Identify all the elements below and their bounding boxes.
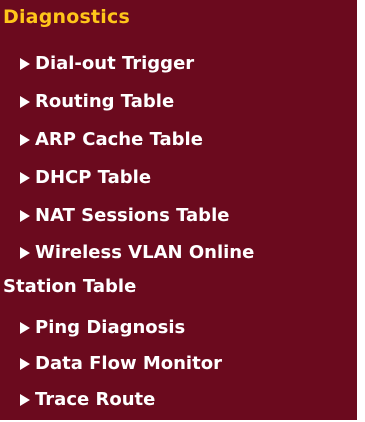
menu-item-dhcp-table[interactable]: DHCP Table	[20, 164, 151, 191]
triangle-right-icon	[20, 96, 30, 108]
triangle-right-icon	[20, 322, 30, 334]
menu-item-label-line2: Station Table	[3, 276, 137, 297]
triangle-right-icon	[20, 394, 30, 406]
section-title[interactable]: Diagnostics	[3, 6, 130, 28]
menu-item-nat-sessions-table[interactable]: NAT Sessions Table	[20, 202, 229, 229]
triangle-right-icon	[20, 172, 30, 184]
menu-item-ping-diagnosis[interactable]: Ping Diagnosis	[20, 314, 185, 341]
triangle-right-icon	[20, 247, 30, 259]
menu-item-label: Trace Route	[35, 389, 156, 410]
triangle-right-icon	[20, 134, 30, 146]
menu-item-label: ARP Cache Table	[35, 129, 203, 150]
menu-item-label: Data Flow Monitor	[35, 353, 222, 374]
menu-item-label: Dial-out Trigger	[35, 53, 195, 74]
menu-item-label: Routing Table	[35, 91, 175, 112]
triangle-right-icon	[20, 358, 30, 370]
menu-item-routing-table[interactable]: Routing Table	[20, 88, 174, 115]
menu-item-label: DHCP Table	[35, 167, 152, 188]
menu-item-label: NAT Sessions Table	[35, 205, 230, 226]
menu-item-trace-route[interactable]: Trace Route	[20, 386, 155, 413]
diagnostics-menu-panel: Diagnostics Dial-out Trigger Routing Tab…	[0, 0, 357, 420]
menu-item-label: Ping Diagnosis	[35, 317, 186, 338]
menu-item-arp-cache-table[interactable]: ARP Cache Table	[20, 126, 203, 153]
menu-item-label: Wireless VLAN Online	[35, 242, 255, 263]
menu-item-wireless-vlan-online-station-table[interactable]: Wireless VLAN Online Station Table	[3, 236, 255, 304]
triangle-right-icon	[20, 210, 30, 222]
menu-item-dial-out-trigger[interactable]: Dial-out Trigger	[20, 50, 194, 77]
menu-item-data-flow-monitor[interactable]: Data Flow Monitor	[20, 350, 222, 377]
triangle-right-icon	[20, 58, 30, 70]
